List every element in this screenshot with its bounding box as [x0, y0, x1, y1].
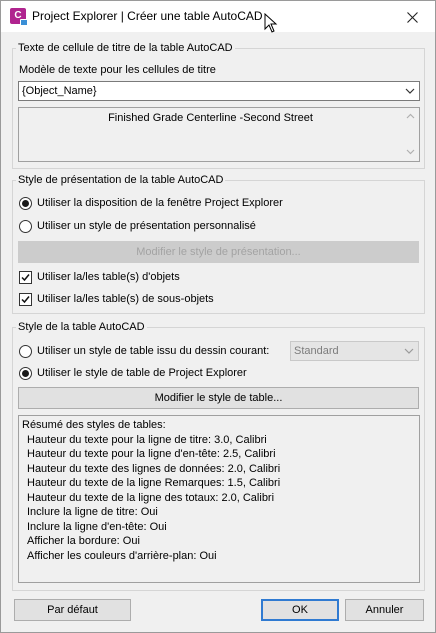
checkmark-icon [21, 274, 30, 282]
title-cell-group-legend: Texte de cellule de titre de la table Au… [18, 42, 233, 54]
title-preview-text: Finished Grade Centerline -Second Street [108, 112, 313, 124]
radio-custom-style-label: Utiliser un style de présentation person… [37, 220, 256, 232]
dialog-window: C Project Explorer | Créer une table Aut… [0, 0, 436, 633]
chevron-down-icon [405, 88, 415, 94]
summary-line: Afficher la bordure: Oui [27, 535, 140, 547]
mouse-cursor-icon [264, 13, 278, 33]
radio-custom-style[interactable]: Utiliser un style de présentation person… [19, 219, 419, 235]
chevron-down-icon [404, 348, 414, 354]
modify-presentation-button[interactable]: Modifier le style de présentation... [18, 241, 419, 263]
ok-button[interactable]: OK [261, 599, 339, 621]
app-icon: C [10, 8, 28, 26]
modify-table-style-button[interactable]: Modifier le style de table... [18, 387, 419, 409]
summary-line: Hauteur du texte de la ligne Remarques: … [27, 477, 281, 489]
template-label: Modèle de texte pour les cellules de tit… [19, 64, 216, 76]
summary-line: Hauteur du texte pour la ligne d'en-tête… [27, 448, 276, 460]
radio-use-layout-button[interactable] [19, 197, 32, 210]
drawing-style-combo[interactable]: Standard [290, 341, 419, 361]
radio-drawing-style-label: Utiliser un style de table issu du dessi… [37, 345, 270, 357]
check-subobject-tables-label: Utiliser la/les table(s) de sous-objets [37, 293, 214, 305]
summary-header: Résumé des styles de tables: [22, 419, 166, 431]
summary-line: Hauteur du texte des lignes de données: … [27, 463, 281, 475]
radio-pe-style-button[interactable] [19, 367, 32, 380]
radio-use-layout[interactable]: Utiliser la disposition de la fenêtre Pr… [19, 196, 419, 212]
template-combo-value: {Object_Name} [22, 85, 97, 97]
close-button[interactable] [389, 1, 435, 32]
summary-line: Inclure la ligne de titre: Oui [27, 506, 158, 518]
check-subobject-tables[interactable]: Utiliser la/les table(s) de sous-objets [19, 292, 419, 308]
cancel-button[interactable]: Annuler [345, 599, 424, 621]
scroll-down-icon[interactable] [402, 144, 419, 161]
radio-use-layout-label: Utiliser la disposition de la fenêtre Pr… [37, 197, 283, 209]
summary-line: Afficher les couleurs d'arrière-plan: Ou… [27, 550, 217, 562]
style-summary-box[interactable]: Résumé des styles de tables: Hauteur du … [18, 415, 420, 583]
check-object-tables[interactable]: Utiliser la/les table(s) d'objets [19, 270, 419, 286]
app-icon-badge [20, 19, 28, 26]
check-subobject-tables-box[interactable] [19, 293, 32, 306]
window-title: Project Explorer | Créer une table AutoC… [32, 9, 263, 23]
summary-line: Hauteur du texte pour la ligne de titre:… [27, 434, 267, 446]
scroll-up-icon[interactable] [402, 108, 419, 125]
close-icon [406, 11, 418, 23]
template-combo[interactable]: {Object_Name} [18, 81, 420, 101]
radio-custom-style-button[interactable] [19, 220, 32, 233]
check-object-tables-box[interactable] [19, 271, 32, 284]
title-bar[interactable]: C Project Explorer | Créer une table Aut… [1, 1, 435, 33]
default-button[interactable]: Par défaut [14, 599, 131, 621]
drawing-style-value: Standard [294, 345, 339, 357]
radio-drawing-style-button[interactable] [19, 345, 32, 358]
summary-line: Hauteur du texte de la ligne des totaux:… [27, 492, 275, 504]
preview-scrollbar[interactable] [402, 108, 419, 161]
radio-pe-style[interactable]: Utiliser le style de table de Project Ex… [19, 366, 419, 382]
check-object-tables-label: Utiliser la/les table(s) d'objets [37, 271, 180, 283]
presentation-style-legend: Style de présentation de la table AutoCA… [18, 174, 224, 186]
summary-line: Inclure la ligne d'en-tête: Oui [27, 521, 167, 533]
table-style-legend: Style de la table AutoCAD [18, 321, 145, 333]
radio-drawing-style[interactable]: Utiliser un style de table issu du dessi… [19, 344, 284, 360]
title-preview-box[interactable]: Finished Grade Centerline -Second Street [18, 107, 420, 162]
checkmark-icon [21, 296, 30, 304]
radio-pe-style-label: Utiliser le style de table de Project Ex… [37, 367, 247, 379]
